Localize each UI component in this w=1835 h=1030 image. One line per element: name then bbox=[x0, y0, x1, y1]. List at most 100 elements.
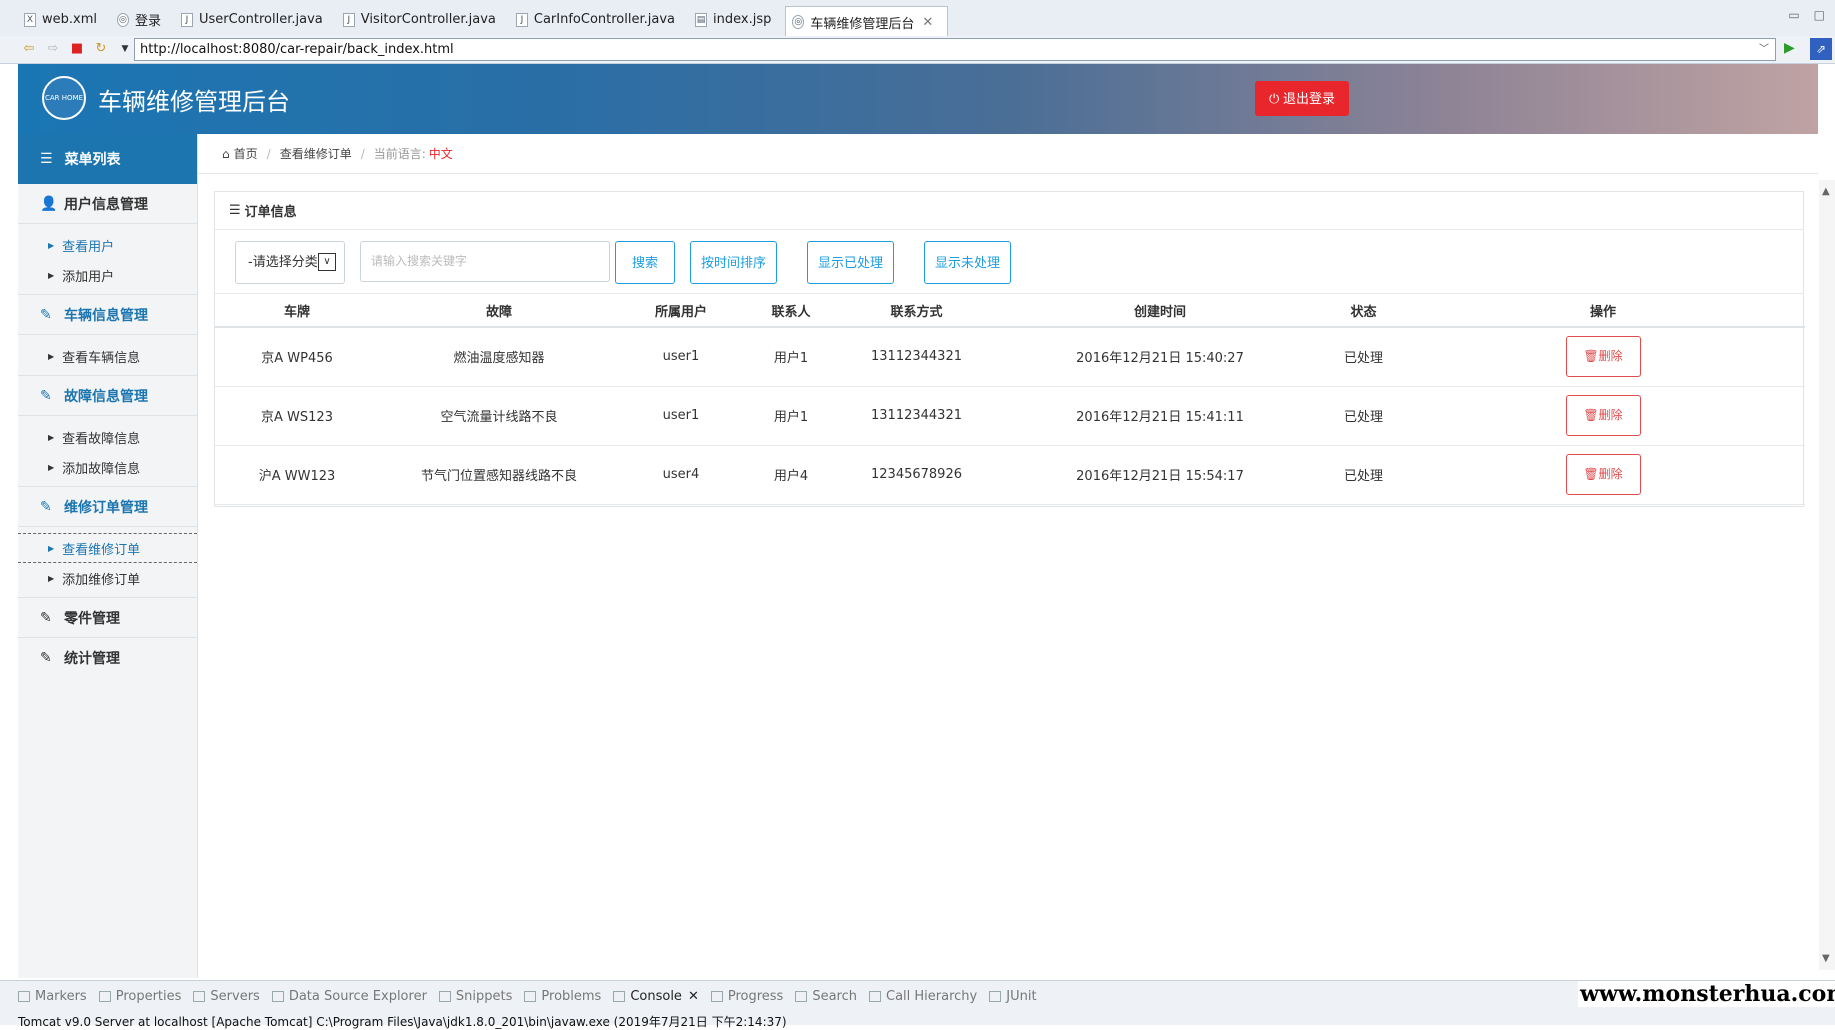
progress-icon bbox=[710, 991, 723, 1002]
status-badge: 已处理 bbox=[1326, 445, 1401, 505]
panel-title: 订单信息 bbox=[244, 205, 297, 220]
sidebar-item-view-vehicles[interactable]: ▶ 查看车辆信息 bbox=[18, 341, 197, 371]
show-processed-button[interactable]: 显示已处理 bbox=[807, 241, 894, 284]
sidebar-section-parts[interactable]: ✎ 零件管理 bbox=[18, 598, 197, 638]
edit-icon: ✎ bbox=[40, 387, 52, 404]
stop-icon[interactable]: ■ bbox=[68, 41, 86, 56]
sidebar-item-view-faults[interactable]: ▶ 查看故障信息 bbox=[18, 422, 197, 452]
view-tab-data-source-explorer[interactable]: Data Source Explorer bbox=[271, 989, 427, 1004]
chevron-down-icon[interactable]: ﹀ bbox=[1759, 39, 1769, 60]
view-tab-snippets[interactable]: Snippets bbox=[438, 989, 512, 1004]
search-input[interactable]: 请输入搜索关键字 bbox=[360, 241, 610, 282]
status-badge: 已处理 bbox=[1326, 327, 1401, 387]
editor-tab-index-jsp[interactable]: ▤ index.jsp bbox=[689, 5, 785, 35]
view-label: Progress bbox=[727, 989, 784, 1004]
breadcrumb-current[interactable]: 查看维修订单 bbox=[280, 145, 352, 162]
view-tab-search[interactable]: Search bbox=[795, 989, 857, 1004]
vertical-scrollbar[interactable]: ▲ ▼ bbox=[1819, 180, 1835, 970]
sidebar-section-users[interactable]: 👤 用户信息管理 bbox=[18, 184, 197, 224]
category-select[interactable]: -请选择分类 ∨ bbox=[235, 241, 345, 284]
close-tab-icon[interactable]: ✕ bbox=[922, 15, 933, 30]
minimize-icon[interactable]: ▭ bbox=[1788, 8, 1799, 22]
sidebar-section-faults[interactable]: ✎ 故障信息管理 bbox=[18, 376, 197, 416]
external-browser-icon[interactable]: ⇗ bbox=[1810, 38, 1832, 60]
search-toolbar: -请选择分类 ∨ 请输入搜索关键字 搜索 按时间排序 显示已处理 显示未处理 bbox=[215, 230, 1803, 294]
view-tab-properties[interactable]: Properties bbox=[98, 989, 182, 1004]
sidebar-section-stats[interactable]: ✎ 统计管理 bbox=[18, 638, 197, 678]
java-file-icon: J bbox=[515, 12, 528, 27]
editor-tab-web-xml[interactable]: Xweb.xml bbox=[18, 5, 111, 35]
view-label: Search bbox=[812, 989, 857, 1004]
maximize-icon[interactable]: □ bbox=[1814, 8, 1825, 22]
sidebar-item-add-user[interactable]: ▶ 添加用户 bbox=[18, 260, 197, 290]
cell-plate: 沪A WW123 bbox=[215, 445, 379, 505]
scroll-down-icon[interactable]: ▼ bbox=[1822, 953, 1830, 964]
bottom-views: Markers Properties Servers Data Source E… bbox=[0, 980, 1835, 1029]
order-table: 车牌 故障 所属用户 联系人 联系方式 创建时间 状态 操作 京A WP456 bbox=[215, 294, 1805, 505]
junit-icon bbox=[989, 991, 1002, 1002]
submenu-vehicles: ▶ 查看车辆信息 bbox=[18, 335, 197, 376]
tab-label: VisitorController.java bbox=[360, 12, 496, 27]
delete-button[interactable]: 🗑删除 bbox=[1565, 395, 1641, 436]
sort-by-time-button[interactable]: 按时间排序 bbox=[690, 241, 777, 284]
show-unprocessed-button[interactable]: 显示未处理 bbox=[924, 241, 1011, 284]
cell-plate: 京A WP456 bbox=[215, 327, 379, 387]
view-tab-markers[interactable]: Markers bbox=[18, 989, 87, 1004]
cell-actions: 🗑删除 bbox=[1401, 327, 1805, 387]
section-label: 车辆信息管理 bbox=[64, 307, 148, 324]
cell-contact: 用户1 bbox=[743, 386, 839, 446]
close-icon[interactable]: ✕ bbox=[688, 989, 699, 1004]
tab-label: UserController.java bbox=[199, 12, 323, 27]
delete-button[interactable]: 🗑删除 bbox=[1565, 336, 1641, 378]
back-icon[interactable]: ⇦ bbox=[20, 41, 38, 56]
view-label: Properties bbox=[115, 989, 182, 1004]
browser-toolbar: ⇦ ⇨ ■ ↻ ▼ http://localhost:8080/car-repa… bbox=[0, 36, 1835, 64]
url-text: http://localhost:8080/car-repair/back_in… bbox=[140, 42, 454, 57]
view-tab-progress[interactable]: Progress bbox=[710, 989, 784, 1004]
delete-button[interactable]: 🗑删除 bbox=[1565, 454, 1641, 495]
view-label: Data Source Explorer bbox=[288, 989, 427, 1004]
user-icon: 👤 bbox=[40, 195, 58, 212]
tab-label: CarInfoController.java bbox=[533, 12, 676, 27]
view-tab-console[interactable]: Console ✕ bbox=[613, 989, 699, 1004]
editor-tab-car-repair-admin[interactable]: ◎ 车辆维修管理后台 ✕ bbox=[785, 5, 949, 38]
sidebar-section-vehicles[interactable]: ✎ 车辆信息管理 bbox=[18, 295, 197, 335]
cell-created: 2016年12月21日 15:41:11 bbox=[994, 386, 1326, 446]
editor-tab-login[interactable]: ◎ 登录 bbox=[111, 5, 175, 35]
view-tab-call-hierarchy[interactable]: Call Hierarchy bbox=[869, 989, 977, 1004]
view-tab-servers[interactable]: Servers bbox=[193, 989, 260, 1004]
sidebar-item-view-orders[interactable]: ▶ 查看维修订单 bbox=[18, 533, 197, 563]
refresh-icon[interactable]: ↻ bbox=[92, 41, 110, 56]
scroll-up-icon[interactable]: ▲ bbox=[1822, 186, 1830, 197]
menu-title: 菜单列表 bbox=[64, 152, 121, 168]
sidebar-item-add-fault[interactable]: ▶ 添加故障信息 bbox=[18, 452, 197, 482]
forward-icon[interactable]: ⇨ bbox=[44, 41, 62, 56]
trash-icon: 🗑 bbox=[1583, 408, 1599, 422]
view-label: Call Hierarchy bbox=[886, 989, 978, 1004]
caret-right-icon: ▶ bbox=[48, 270, 55, 280]
language-value[interactable]: 中文 bbox=[429, 145, 453, 162]
section-label: 维修订单管理 bbox=[64, 499, 148, 516]
logout-button[interactable]: ⏻ 退出登录 bbox=[1255, 81, 1349, 116]
search-button[interactable]: 搜索 bbox=[615, 241, 675, 284]
url-input[interactable]: http://localhost:8080/car-repair/back_in… bbox=[134, 38, 1776, 61]
history-dropdown-icon[interactable]: ▼ bbox=[116, 44, 134, 54]
breadcrumb-home[interactable]: 首页 bbox=[234, 145, 258, 162]
editor-tab-visitorcontroller[interactable]: J VisitorController.java bbox=[337, 5, 510, 35]
sidebar-section-orders[interactable]: ✎ 维修订单管理 bbox=[18, 487, 197, 527]
tab-label: 登录 bbox=[134, 14, 161, 29]
editor-tab-carinfocontroller[interactable]: J CarInfoController.java bbox=[510, 5, 689, 35]
sidebar-item-view-users[interactable]: ▶ 查看用户 bbox=[18, 230, 197, 260]
caret-right-icon: ▶ bbox=[48, 462, 55, 472]
sidebar-item-add-order[interactable]: ▶ 添加维修订单 bbox=[18, 563, 197, 593]
database-icon bbox=[271, 991, 284, 1002]
editor-tab-usercontroller[interactable]: J UserController.java bbox=[175, 5, 337, 35]
view-tab-problems[interactable]: Problems bbox=[524, 989, 601, 1004]
go-icon[interactable]: ▶ bbox=[1784, 40, 1795, 56]
submenu-faults: ▶ 查看故障信息 ▶ 添加故障信息 bbox=[18, 416, 197, 487]
cell-user: user1 bbox=[619, 386, 743, 446]
car-home-logo: CAR HOME bbox=[42, 76, 86, 120]
view-tab-junit[interactable]: JUnit bbox=[989, 989, 1037, 1004]
properties-icon bbox=[98, 991, 111, 1002]
status-badge: 已处理 bbox=[1326, 386, 1401, 446]
